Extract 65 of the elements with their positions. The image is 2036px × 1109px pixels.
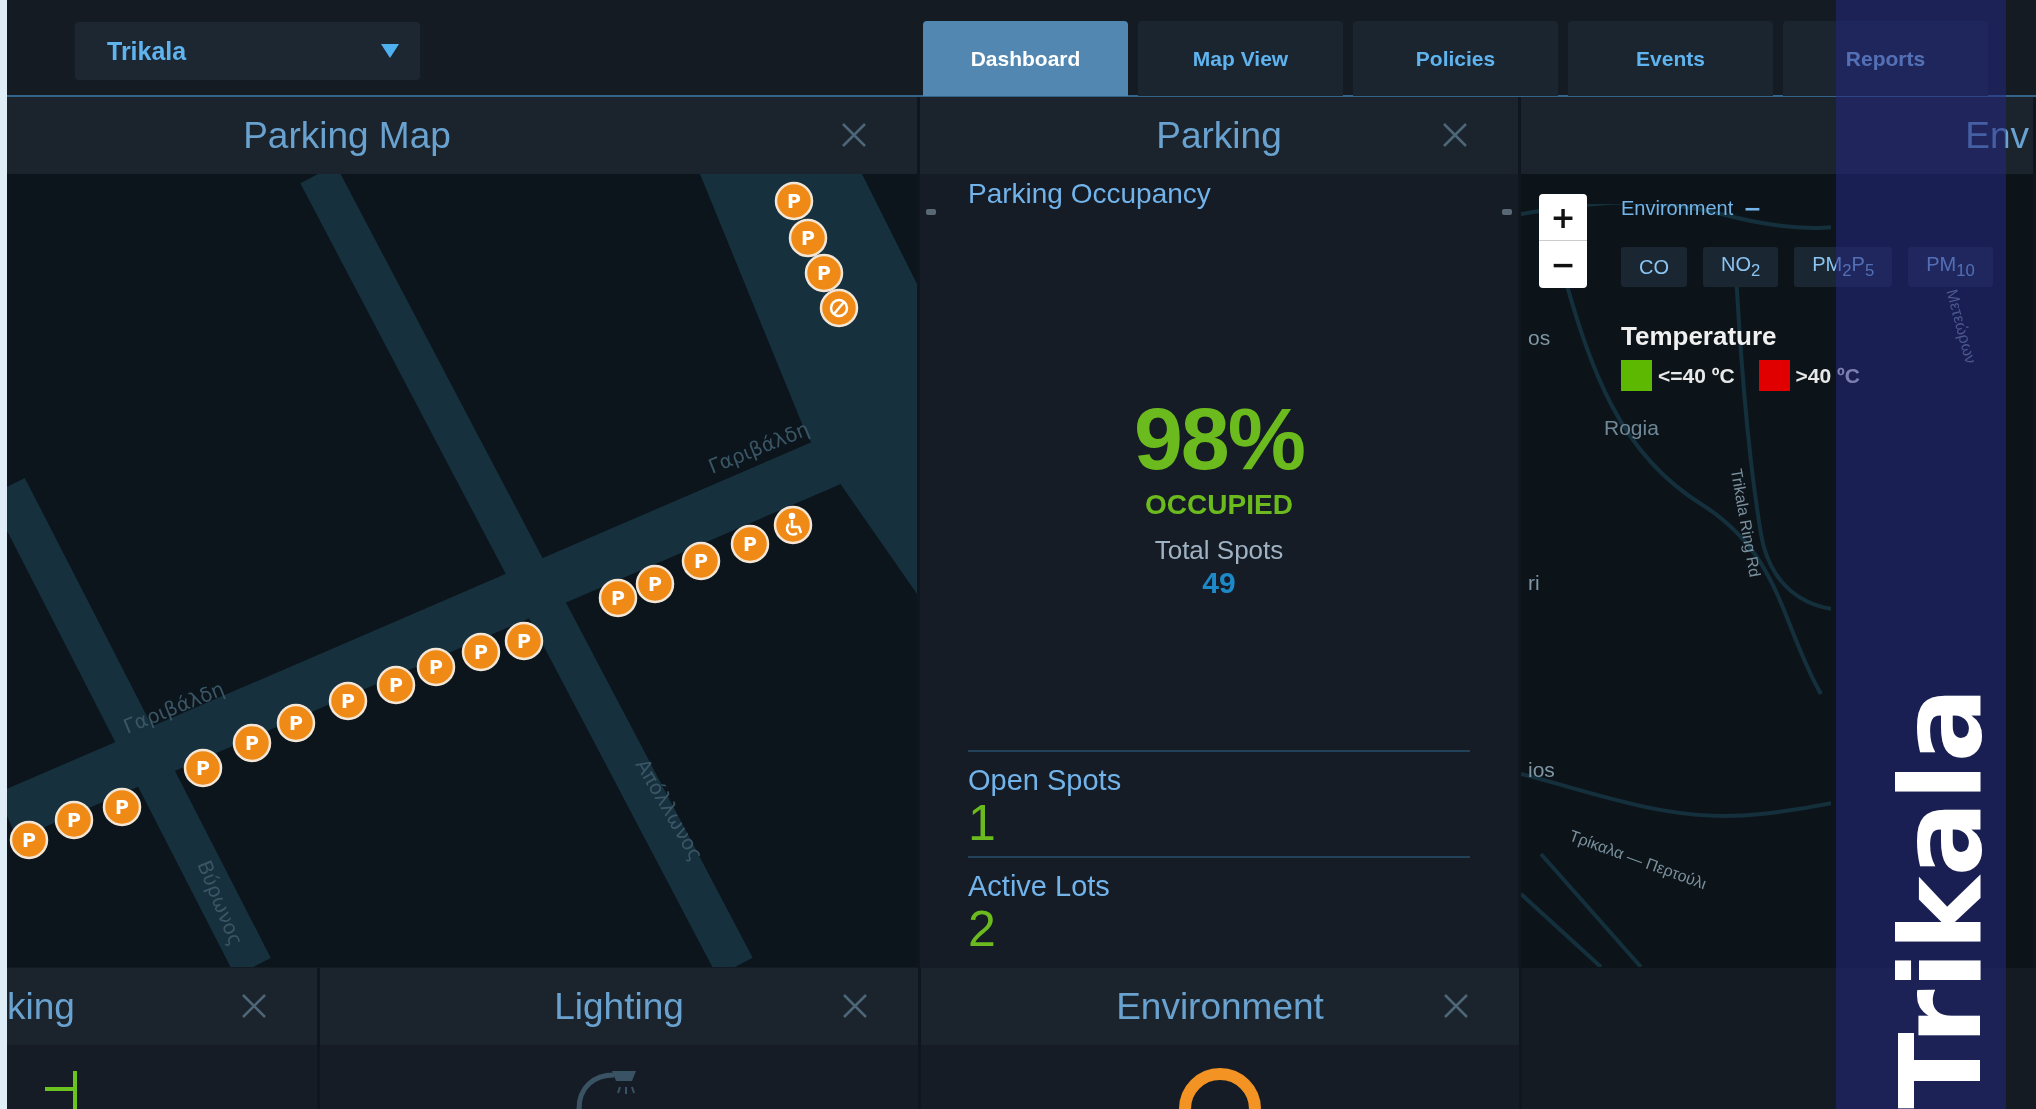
map-label: Trikala Ring Rd [1726, 466, 1765, 581]
map-label: ri [1527, 570, 1541, 596]
parking-marker[interactable]: P [461, 632, 501, 672]
stat-value: 1 [968, 797, 996, 850]
panel-title: Lighting [554, 985, 684, 1028]
occupancy-percent: 98% [1133, 395, 1305, 483]
panel-title: Environment [1116, 985, 1324, 1028]
pollutant-button[interactable]: PM$_{2}$P$_{5}$ [1794, 247, 1893, 287]
map-label: os [1527, 325, 1552, 351]
zoom-out-button[interactable]: − [1539, 241, 1587, 288]
parking-marker[interactable]: P [635, 564, 675, 604]
nav-tab[interactable]: Events [1568, 21, 1773, 96]
city-dropdown[interactable]: Trikala [75, 22, 420, 80]
parking-marker[interactable]: P [416, 647, 456, 687]
city-name: Trikala [1885, 687, 1997, 1109]
nav-tab[interactable]: Dashboard [923, 21, 1128, 96]
stat-value: 2 [968, 902, 997, 955]
close-icon[interactable] [1442, 122, 1468, 148]
parking-marker[interactable]: P [183, 748, 223, 788]
parking-marker[interactable]: P [54, 800, 94, 840]
nav-tab[interactable]: Policies [1353, 21, 1558, 96]
parking-marker[interactable]: P [376, 665, 416, 705]
collapse-button[interactable]: − [1743, 196, 1762, 221]
resize-handle-icon[interactable] [1502, 209, 1512, 215]
nav-tab[interactable]: Map View [1138, 21, 1343, 96]
legend-label: >40 ºC [1795, 363, 1860, 388]
parking-marker[interactable]: P [232, 723, 272, 763]
zoom-in-button[interactable]: + [1539, 194, 1587, 241]
panel-title: Parking Map [243, 114, 451, 157]
pollutant-button[interactable]: PM$_{10}$ [1908, 247, 1993, 287]
panel-title: king [7, 985, 75, 1028]
no-entry-marker[interactable] [819, 288, 859, 328]
parking-marker[interactable]: P [788, 218, 828, 258]
parking-marker[interactable]: P [681, 541, 721, 581]
pollutant-button[interactable]: NO$_{2}$ [1703, 247, 1779, 287]
occupancy-status: OCCUPIED [1145, 489, 1293, 521]
parking-marker[interactable]: P [328, 681, 368, 721]
close-icon[interactable] [842, 993, 868, 1019]
parking-marker[interactable]: P [504, 621, 544, 661]
resize-handle-icon[interactable] [926, 209, 936, 215]
widget-title: Parking Occupancy [968, 178, 1212, 210]
pollutant-button[interactable]: CO [1621, 247, 1687, 287]
total-spots-value: 49 [1202, 566, 1236, 600]
parking-marker[interactable]: P [730, 524, 770, 564]
parking-marker[interactable]: P [598, 578, 638, 618]
map-label: Rogia [1603, 415, 1660, 441]
parking-marker[interactable]: P [102, 787, 142, 827]
close-icon[interactable] [241, 993, 267, 1019]
total-spots-label: Total Spots [1154, 535, 1284, 566]
close-icon[interactable] [841, 122, 867, 148]
nav-tab[interactable]: Reports [1783, 21, 1988, 96]
parking-marker[interactable]: P [804, 253, 844, 293]
close-icon[interactable] [1443, 993, 1469, 1019]
panel-title: Env [1965, 114, 2029, 157]
stat-label: Open Spots [968, 764, 1123, 797]
parking-marker[interactable]: P [774, 181, 814, 221]
parking-marker[interactable]: P [9, 820, 49, 860]
layer-label: Environment [1621, 197, 1734, 220]
panel-title: Parking [1156, 114, 1282, 157]
stat-label: Active Lots [968, 869, 1111, 903]
caret-icon [380, 43, 400, 59]
accessible-marker[interactable] [773, 505, 813, 545]
map-label: ios [1527, 757, 1556, 783]
legend-label: <=40 ºC [1658, 363, 1735, 388]
parking-marker[interactable]: P [276, 703, 316, 743]
